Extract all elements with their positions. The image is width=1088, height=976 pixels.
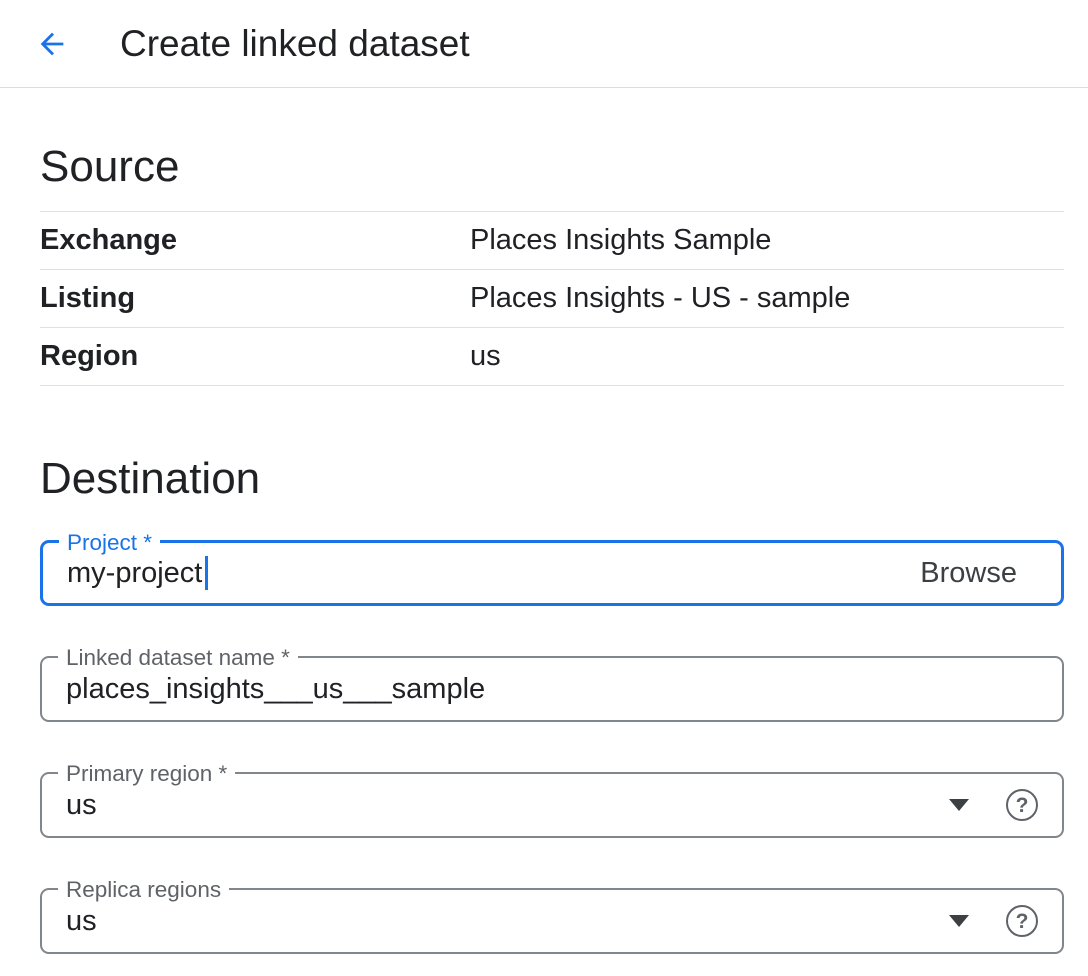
primary-region-select[interactable]: Primary region * us ? [40,772,1064,838]
page-title: Create linked dataset [120,23,470,65]
source-table: Exchange Places Insights Sample Listing … [40,211,1064,386]
exchange-label: Exchange [40,224,470,257]
project-input-value: my-project [67,557,202,590]
browse-button[interactable]: Browse [900,557,1037,590]
arrow-drop-down-icon [949,799,969,811]
region-label: Region [40,340,470,373]
linked-dataset-name-value: places_insights___us___sample [66,673,485,706]
table-row-listing: Listing Places Insights - US - sample [40,270,1064,328]
replica-regions-select[interactable]: Replica regions us ? [40,888,1064,954]
linked-dataset-name-input[interactable]: Linked dataset name * places_insights___… [40,656,1064,722]
primary-region-label: Primary region * [58,761,235,787]
source-section-heading: Source [40,144,1064,190]
listing-label: Listing [40,282,470,315]
project-input[interactable]: Project * my-project Browse [40,540,1064,606]
replica-regions-help-button[interactable]: ? [1006,905,1038,937]
replica-regions-label: Replica regions [58,877,229,903]
main-content: Source Exchange Places Insights Sample L… [0,144,1088,954]
help-icon: ? [1016,911,1029,932]
listing-value: Places Insights - US - sample [470,282,850,315]
region-value: us [470,340,501,373]
table-row-region: Region us [40,328,1064,386]
primary-region-help-button[interactable]: ? [1006,789,1038,821]
help-icon: ? [1016,795,1029,816]
destination-section-heading: Destination [40,456,1064,502]
primary-region-value: us [66,789,97,822]
table-row-exchange: Exchange Places Insights Sample [40,212,1064,270]
exchange-value: Places Insights Sample [470,224,771,257]
arrow-back-icon [35,27,69,61]
replica-regions-value: us [66,905,97,938]
back-button[interactable] [30,22,74,66]
project-input-label: Project * [59,530,160,556]
linked-dataset-name-label: Linked dataset name * [58,645,298,671]
text-caret [205,556,208,590]
page-header: Create linked dataset [0,0,1088,88]
arrow-drop-down-icon [949,915,969,927]
